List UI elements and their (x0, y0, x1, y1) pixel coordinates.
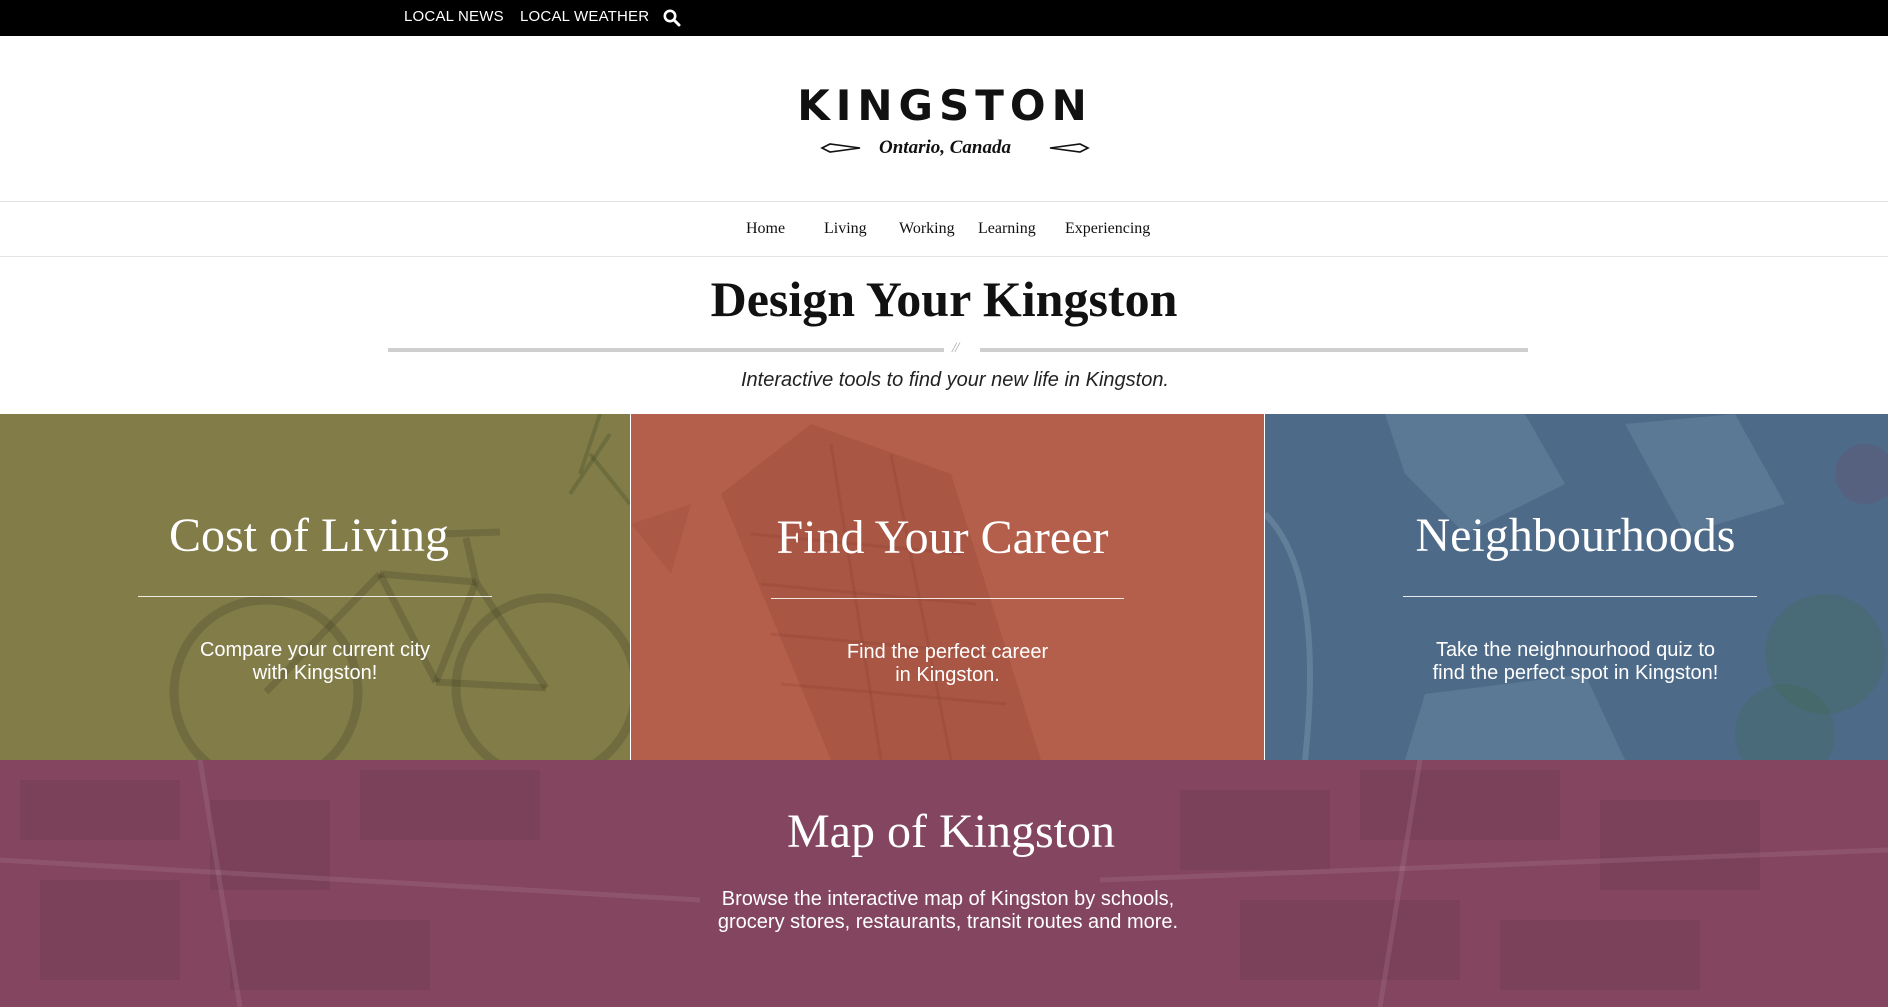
neighbourhoods-desc-1: Take the neighnourhood quiz to (1435, 639, 1716, 661)
aerial-background-image (1265, 414, 1888, 760)
neighbourhoods-rule (1403, 596, 1757, 597)
flourish-left-icon (820, 143, 861, 153)
nav-bottom-rule (0, 256, 1888, 257)
cost-of-living-tile[interactable]: Cost of Living Compare your current city… (0, 414, 630, 760)
logo-tagline-wrap: Ontario, Canada (790, 136, 1100, 160)
map-of-kingston-title: Map of Kingston (787, 805, 1115, 858)
neighbourhoods-desc-2: find the perfect spot in Kingston! (1432, 662, 1719, 684)
nav-item-learning[interactable]: Learning (978, 220, 1036, 238)
top-utility-bar: LOCAL NEWS LOCAL WEATHER (0, 0, 1888, 36)
nav-item-working[interactable]: Working (899, 220, 955, 238)
title-divider-mark: // (952, 340, 959, 356)
flourish-right-icon (1049, 143, 1090, 153)
search-icon[interactable] (662, 8, 682, 28)
title-divider-right (980, 348, 1528, 352)
title-divider-left (388, 348, 944, 352)
neighbourhoods-title: Neighbourhoods (1415, 509, 1736, 562)
local-weather-link[interactable]: LOCAL WEATHER (520, 8, 649, 25)
find-your-career-desc-1: Find the perfect career (846, 641, 1049, 663)
nav-item-experiencing[interactable]: Experiencing (1065, 220, 1150, 238)
map-of-kingston-desc-2: grocery stores, restaurants, transit rou… (717, 911, 1179, 933)
cost-of-living-desc-1: Compare your current city (199, 639, 431, 661)
find-your-career-desc-2: in Kingston. (895, 664, 1000, 686)
page-title: Design Your Kingston (710, 271, 1178, 327)
nav-item-home[interactable]: Home (746, 220, 785, 238)
find-your-career-title: Find Your Career (776, 511, 1109, 564)
bicycle-background-image (169, 414, 630, 760)
site-logo[interactable]: KINGSTON Ontario, Canada (790, 82, 1100, 162)
cost-of-living-rule (138, 596, 492, 597)
local-news-link[interactable]: LOCAL NEWS (404, 8, 504, 25)
logo-wordmark: KINGSTON (797, 81, 1093, 130)
building-background-image (631, 424, 1041, 760)
find-your-career-rule (771, 598, 1124, 599)
map-of-kingston-tile[interactable]: Map of Kingston Browse the interactive m… (0, 760, 1888, 1007)
map-of-kingston-desc-1: Browse the interactive map of Kingston b… (721, 888, 1175, 910)
intro-subtitle: Interactive tools to find your new life … (740, 369, 1169, 391)
cost-of-living-desc-2: with Kingston! (252, 662, 378, 684)
neighbourhoods-tile[interactable]: Neighbourhoods Take the neighnourhood qu… (1265, 414, 1888, 760)
nav-item-living[interactable]: Living (824, 220, 867, 238)
find-your-career-tile[interactable]: Find Your Career Find the perfect career… (631, 414, 1264, 760)
main-nav: Home Living Working Learning Experiencin… (0, 202, 1888, 256)
logo-tagline: Ontario, Canada (879, 137, 1011, 158)
map-background-image (0, 760, 1888, 1007)
cost-of-living-title: Cost of Living (168, 509, 449, 562)
